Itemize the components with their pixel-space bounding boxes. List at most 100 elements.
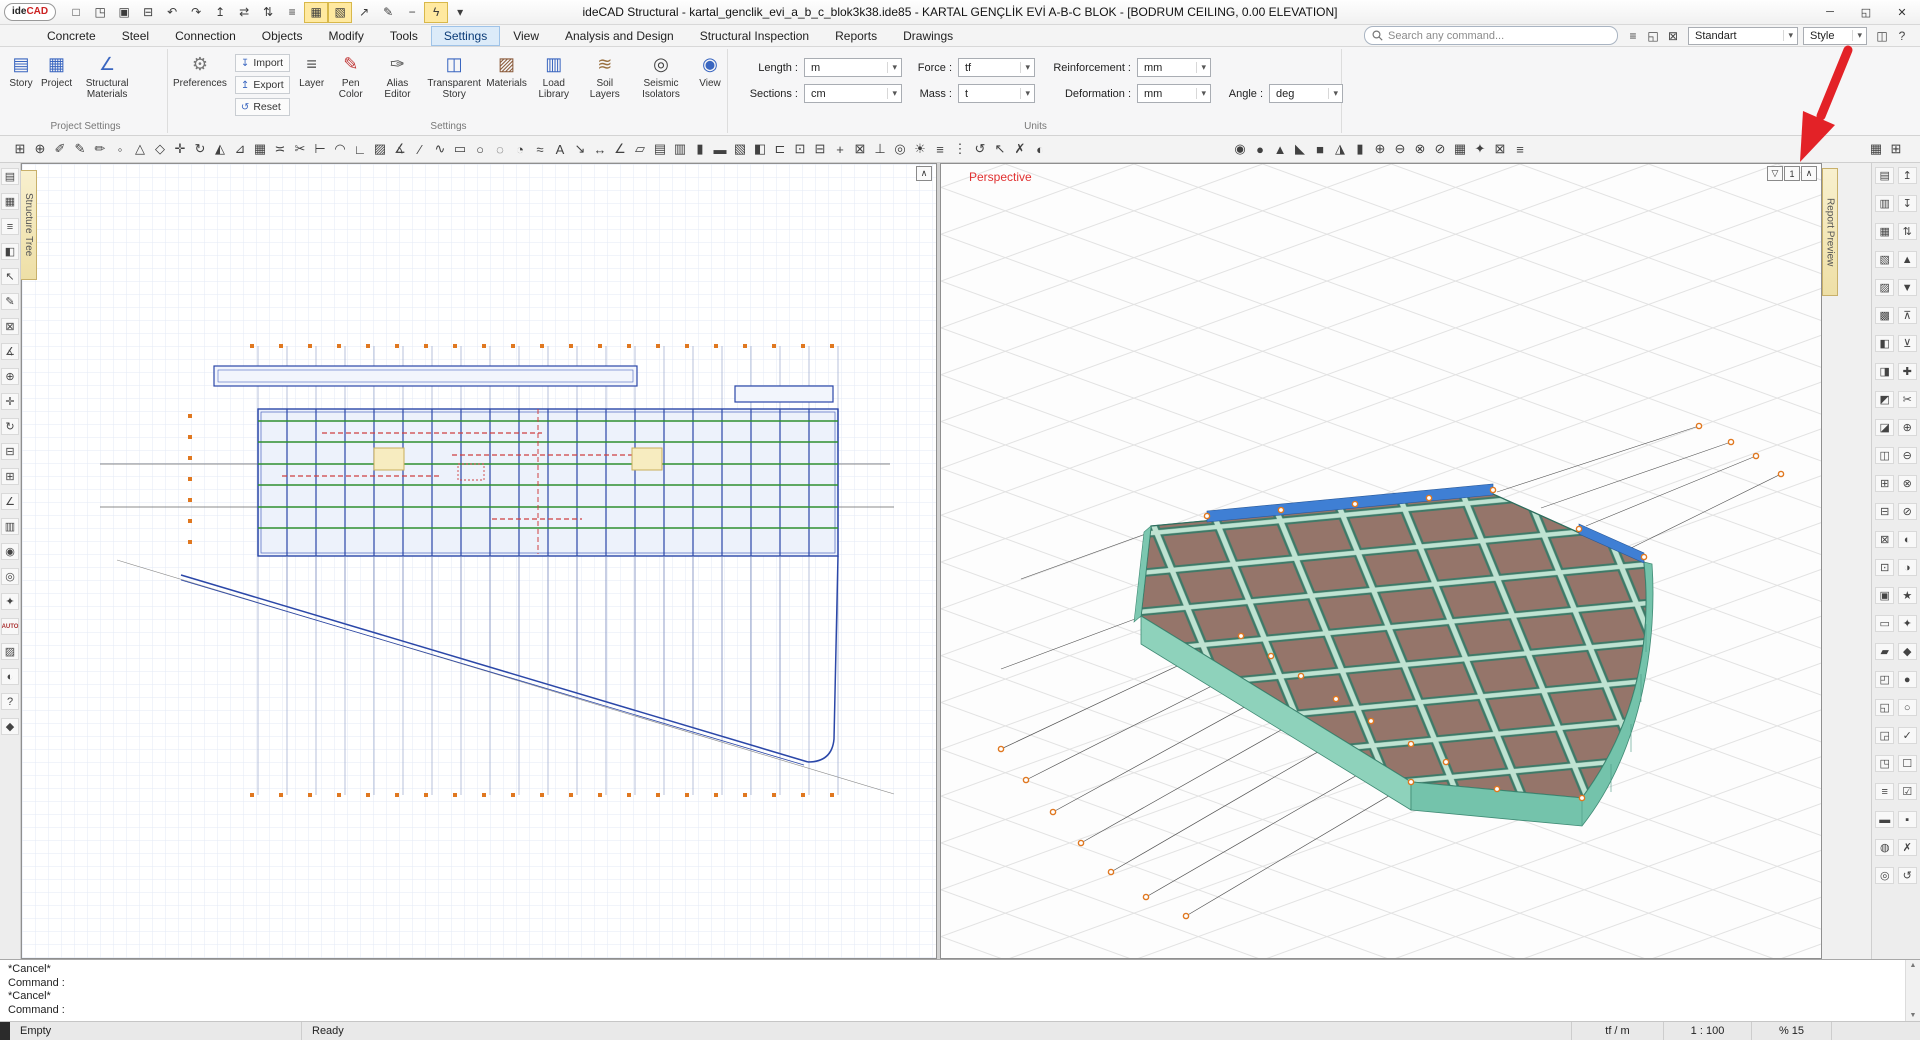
pen-icon[interactable]: ✎	[376, 2, 400, 23]
exclude-icon[interactable]: ⊘	[1898, 503, 1917, 520]
sort-icon[interactable]: ⇅	[1898, 223, 1917, 240]
tab-view[interactable]: View	[500, 26, 552, 46]
tab-structural-inspection[interactable]: Structural Inspection	[687, 26, 822, 46]
bottom-icon[interactable]: ⊻	[1898, 335, 1917, 352]
grid-icon[interactable]: ▥	[670, 138, 690, 160]
move-icon[interactable]: ✛	[170, 138, 190, 160]
area-icon[interactable]: ▱	[630, 138, 650, 160]
array-icon[interactable]: ▦	[250, 138, 270, 160]
story-button[interactable]: ▤ Story	[4, 51, 38, 91]
tab-settings[interactable]: Settings	[431, 26, 500, 46]
view-icon[interactable]: ◉	[1, 543, 19, 560]
window-icon[interactable]: ◫	[1875, 447, 1894, 464]
fillet-icon[interactable]: ◠	[330, 138, 350, 160]
structural-materials-button[interactable]: ∠ Structural Materials	[75, 51, 139, 102]
circle-icon[interactable]: ○	[1898, 699, 1917, 716]
marker-icon[interactable]: ✏	[90, 138, 110, 160]
ellipse-icon[interactable]: ◌	[490, 138, 510, 160]
import-button[interactable]: ↧ Import	[235, 54, 290, 72]
wall-right-icon[interactable]: ◨	[1875, 363, 1894, 380]
perspective-viewport[interactable]: Perspective ▽ 1 ∧	[940, 163, 1822, 959]
column-icon[interactable]: ▮	[690, 138, 710, 160]
tab-reports[interactable]: Reports	[822, 26, 890, 46]
select-arrow-icon[interactable]: ↖	[1, 268, 19, 285]
arc-icon[interactable]: ◔	[510, 138, 530, 160]
collapse-pane-button[interactable]: ∧	[916, 166, 932, 181]
axis-icon[interactable]: +	[830, 138, 850, 160]
section-icon[interactable]: ⊟	[1, 443, 19, 460]
list-icon[interactable]: ≡	[1875, 783, 1894, 800]
subtract-icon[interactable]: ⊖	[1390, 138, 1410, 160]
move-down-icon[interactable]: ↧	[1898, 195, 1917, 212]
filter-icon[interactable]: ⊠	[1663, 27, 1683, 45]
sparkle-icon[interactable]: ✦	[1898, 615, 1917, 632]
windows-icon[interactable]: ◱	[1643, 27, 1663, 45]
light-icon[interactable]: ✦	[1, 593, 19, 610]
refresh-icon[interactable]: ↺	[970, 138, 990, 160]
dimension-icon[interactable]: ↔	[590, 138, 610, 160]
erase-icon[interactable]: ✗	[1010, 138, 1030, 160]
selected-cell-icon[interactable]: ▣	[1875, 587, 1894, 604]
redo-icon[interactable]: ↷	[184, 2, 208, 23]
quad-bl-icon[interactable]: ◱	[1875, 699, 1894, 716]
layers-icon[interactable]: ≡	[930, 138, 950, 160]
load-library-button[interactable]: ▥ Load Library	[527, 51, 581, 102]
small-square-icon[interactable]: ▪	[1898, 811, 1917, 828]
trim-icon[interactable]: ✂	[290, 138, 310, 160]
help-icon[interactable]: ?	[1, 693, 19, 710]
down-icon[interactable]: ▼	[1898, 279, 1917, 296]
measure-icon[interactable]: ∡	[1, 343, 19, 360]
table-icon[interactable]: ▤	[650, 138, 670, 160]
pen-icon[interactable]: ✎	[70, 138, 90, 160]
leader-icon[interactable]: ↘	[570, 138, 590, 160]
align-icon[interactable]: ⇅	[256, 2, 280, 23]
unit-select[interactable]: m▾	[804, 58, 902, 77]
new-file-icon[interactable]: □	[64, 2, 88, 23]
slab-icon[interactable]: ▧	[730, 138, 750, 160]
close-button[interactable]: ✕	[1884, 0, 1920, 24]
dot-icon[interactable]: ●	[1898, 671, 1917, 688]
intersect-icon[interactable]: ⊗	[1410, 138, 1430, 160]
axis-icon[interactable]: ∠	[1, 493, 19, 510]
window-icon[interactable]: ◫	[1872, 27, 1892, 45]
plot-icon[interactable]: ⊟	[136, 2, 160, 23]
sun-icon[interactable]: ☀	[910, 138, 930, 160]
structure-tree-tab[interactable]: Structure Tree	[21, 170, 37, 280]
undo-icon[interactable]: ↶	[160, 2, 184, 23]
tab-steel[interactable]: Steel	[109, 26, 162, 46]
scroll-down-icon[interactable]: ▼	[1910, 1012, 1917, 1019]
extend-icon[interactable]: ⊢	[310, 138, 330, 160]
alias-editor-button[interactable]: ✑ Alias Editor	[373, 51, 422, 102]
snap-object-icon[interactable]: ▧	[328, 2, 352, 23]
angular-dimension-icon[interactable]: ∠	[610, 138, 630, 160]
cone-icon[interactable]: ▲	[1270, 138, 1290, 160]
soil-layers-button[interactable]: ≋ Soil Layers	[581, 51, 629, 102]
style-select[interactable]: Style ▾	[1803, 27, 1867, 45]
camera-icon[interactable]: ◎	[1, 568, 19, 585]
seismic-isolators-button[interactable]: ◎ Seismic Isolators	[629, 51, 693, 102]
sphere-icon[interactable]: ●	[1250, 138, 1270, 160]
run-analysis-icon[interactable]: ϟ	[424, 2, 448, 23]
transparent-story-button[interactable]: ◫ Transparent Story	[422, 51, 486, 102]
view-cube-icon[interactable]: ⊠	[1490, 138, 1510, 160]
unit-select[interactable]: tf▾	[958, 58, 1035, 77]
report-table-icon[interactable]: ▤	[1875, 167, 1894, 184]
camera-icon[interactable]: ◎	[890, 138, 910, 160]
mirror-icon[interactable]: ◭	[210, 138, 230, 160]
project-button[interactable]: ▦ Project	[38, 51, 75, 91]
foundation-icon[interactable]: ⊟	[810, 138, 830, 160]
union-icon[interactable]: ⊕	[1370, 138, 1390, 160]
circle-icon[interactable]: ○	[470, 138, 490, 160]
chamfer-icon[interactable]: ∟	[350, 138, 370, 160]
remove-table-icon[interactable]: ⊟	[1875, 503, 1894, 520]
customize-icon[interactable]: ▾	[448, 2, 472, 23]
help-icon[interactable]: ?	[1892, 27, 1912, 45]
top-icon[interactable]: ⊼	[1898, 307, 1917, 324]
mesh-icon[interactable]: ▦	[1450, 138, 1470, 160]
open-file-icon[interactable]: ◳	[88, 2, 112, 23]
detail-icon[interactable]: ▩	[1875, 307, 1894, 324]
zoom-out-icon[interactable]: ⊖	[1898, 447, 1917, 464]
recent-icon[interactable]: ≡	[1623, 27, 1643, 45]
tab-concrete[interactable]: Concrete	[34, 26, 109, 46]
corner-br-icon[interactable]: ◪	[1875, 419, 1894, 436]
